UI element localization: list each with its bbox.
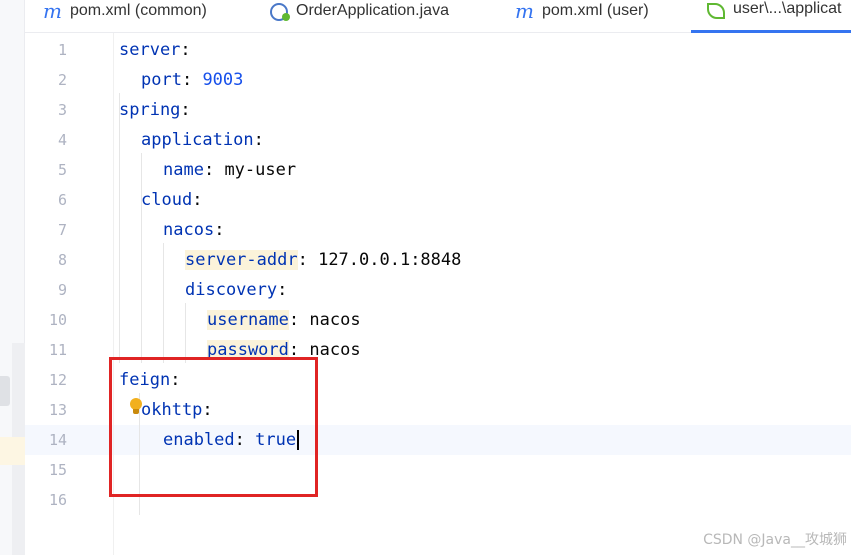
yaml-key: server bbox=[119, 40, 181, 60]
yaml-separator: : bbox=[180, 40, 191, 60]
highlight-annotation-box bbox=[109, 357, 318, 497]
yaml-key: application bbox=[141, 130, 254, 150]
line-content: discovery: bbox=[185, 275, 287, 305]
scroll-thumb[interactable] bbox=[0, 376, 10, 406]
yaml-separator: : bbox=[180, 100, 191, 120]
line-number: 3 bbox=[57, 101, 67, 119]
line-number: 14 bbox=[48, 431, 67, 449]
line-number: 1 bbox=[57, 41, 67, 59]
line-content: application: bbox=[141, 125, 264, 155]
line-number: 9 bbox=[57, 281, 67, 299]
line-number: 8 bbox=[57, 251, 67, 269]
code-line: 10 username: nacos bbox=[25, 305, 851, 335]
maven-icon: m bbox=[515, 0, 534, 23]
line-content: name: my-user bbox=[163, 155, 296, 185]
editor-tab-bar: m pom.xml (common) OrderApplication.java… bbox=[25, 0, 851, 33]
java-class-icon bbox=[270, 2, 290, 21]
yaml-key: name bbox=[163, 160, 204, 180]
yaml-separator: : bbox=[288, 310, 310, 330]
line-number: 13 bbox=[48, 401, 67, 419]
tab-pom-user[interactable]: m pom.xml (user) bbox=[515, 0, 685, 33]
line-number: 7 bbox=[57, 221, 67, 239]
tab-label: user\...\applicat bbox=[733, 0, 842, 17]
code-line: 8 server-addr: 127.0.0.1:8848 bbox=[25, 245, 851, 275]
line-number: 16 bbox=[48, 491, 67, 509]
tab-label: pom.xml (common) bbox=[69, 1, 207, 19]
line-content: username: nacos bbox=[207, 305, 361, 335]
yaml-value: nacos bbox=[309, 310, 361, 330]
yaml-separator: : bbox=[181, 70, 203, 90]
code-line: 9 discovery: bbox=[25, 275, 851, 305]
spring-yaml-icon bbox=[707, 3, 725, 19]
yaml-separator: : bbox=[277, 280, 288, 300]
yaml-separator: : bbox=[192, 190, 203, 210]
yaml-key: username bbox=[207, 310, 289, 330]
line-content: port: 9003 bbox=[141, 65, 243, 95]
line-number: 12 bbox=[48, 371, 67, 389]
yaml-key: port bbox=[141, 70, 182, 90]
maven-icon: m bbox=[43, 0, 62, 23]
yaml-separator: : bbox=[297, 250, 319, 270]
yaml-value: my-user bbox=[224, 160, 297, 180]
code-line: 4 application: bbox=[25, 125, 851, 155]
line-number: 5 bbox=[57, 161, 67, 179]
code-line: 1 server: bbox=[25, 35, 851, 65]
code-line: 3 spring: bbox=[25, 95, 851, 125]
line-number: 10 bbox=[48, 311, 67, 329]
line-number: 6 bbox=[57, 191, 67, 209]
yaml-separator: : bbox=[214, 220, 225, 240]
code-line: 2 port: 9003 bbox=[25, 65, 851, 95]
line-number: 15 bbox=[48, 461, 67, 479]
yaml-separator: : bbox=[203, 160, 225, 180]
tab-order-application[interactable]: OrderApplication.java bbox=[270, 0, 485, 33]
tab-application-yml[interactable]: user\...\applicat bbox=[691, 0, 851, 33]
yaml-value: 127.0.0.1:8848 bbox=[318, 250, 462, 270]
line-content: server-addr: 127.0.0.1:8848 bbox=[185, 245, 461, 275]
tool-window-strip bbox=[0, 0, 25, 555]
line-number: 2 bbox=[57, 71, 67, 89]
yaml-key: discovery bbox=[185, 280, 278, 300]
yaml-key: server-addr bbox=[185, 250, 298, 270]
change-marker bbox=[0, 437, 25, 465]
line-content: cloud: bbox=[141, 185, 202, 215]
code-line: 6 cloud: bbox=[25, 185, 851, 215]
line-content: nacos: bbox=[163, 215, 224, 245]
code-line: 5 name: my-user bbox=[25, 155, 851, 185]
line-number: 11 bbox=[48, 341, 67, 359]
tab-pom-common[interactable]: m pom.xml (common) bbox=[43, 0, 253, 33]
yaml-key: cloud bbox=[141, 190, 193, 210]
line-number: 4 bbox=[57, 131, 67, 149]
yaml-value: 9003 bbox=[202, 70, 244, 90]
yaml-separator: : bbox=[253, 130, 264, 150]
code-line: 7 nacos: bbox=[25, 215, 851, 245]
line-content: server: bbox=[119, 35, 191, 65]
yaml-key: nacos bbox=[163, 220, 215, 240]
tab-label: pom.xml (user) bbox=[541, 1, 649, 19]
yaml-key: spring bbox=[119, 100, 181, 120]
watermark: CSDN @Java__攻城狮 bbox=[703, 532, 847, 548]
tab-label: OrderApplication.java bbox=[296, 1, 449, 19]
line-content: spring: bbox=[119, 95, 191, 125]
